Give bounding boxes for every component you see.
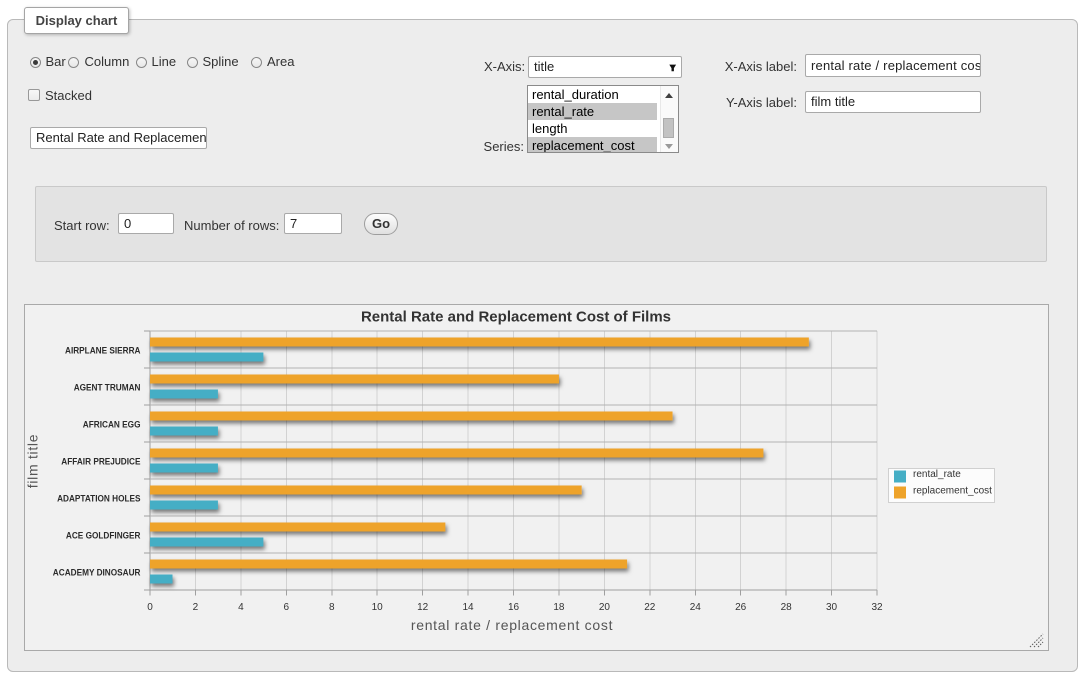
svg-text:replacement_cost: replacement_cost bbox=[913, 486, 992, 497]
svg-text:0: 0 bbox=[147, 602, 153, 613]
svg-text:ACADEMY DINOSAUR: ACADEMY DINOSAUR bbox=[53, 568, 141, 579]
svg-text:rental_rate: rental_rate bbox=[913, 469, 961, 480]
svg-text:18: 18 bbox=[553, 602, 565, 613]
svg-text:4: 4 bbox=[238, 602, 244, 613]
svg-text:30: 30 bbox=[826, 602, 838, 613]
svg-text:AFFAIR PREJUDICE: AFFAIR PREJUDICE bbox=[61, 457, 140, 468]
svg-text:32: 32 bbox=[871, 602, 883, 613]
svg-text:ACE GOLDFINGER: ACE GOLDFINGER bbox=[66, 531, 141, 542]
svg-text:28: 28 bbox=[781, 602, 793, 613]
svg-text:film title: film title bbox=[25, 434, 41, 488]
svg-text:rental rate / replacement cost: rental rate / replacement cost bbox=[411, 617, 613, 633]
svg-text:8: 8 bbox=[329, 602, 335, 613]
svg-text:22: 22 bbox=[644, 602, 656, 613]
svg-text:AFRICAN EGG: AFRICAN EGG bbox=[83, 420, 141, 431]
svg-text:16: 16 bbox=[508, 602, 520, 613]
svg-text:ADAPTATION HOLES: ADAPTATION HOLES bbox=[57, 494, 140, 505]
svg-text:2: 2 bbox=[193, 602, 199, 613]
svg-text:12: 12 bbox=[417, 602, 429, 613]
svg-text:14: 14 bbox=[463, 602, 475, 613]
svg-text:6: 6 bbox=[284, 602, 290, 613]
svg-text:10: 10 bbox=[372, 602, 384, 613]
svg-text:Rental Rate and Replacement Co: Rental Rate and Replacement Cost of Film… bbox=[361, 309, 671, 326]
svg-text:26: 26 bbox=[735, 602, 747, 613]
svg-text:24: 24 bbox=[690, 602, 702, 613]
svg-text:AIRPLANE SIERRA: AIRPLANE SIERRA bbox=[65, 346, 141, 357]
svg-text:20: 20 bbox=[599, 602, 611, 613]
svg-text:AGENT TRUMAN: AGENT TRUMAN bbox=[74, 383, 141, 394]
